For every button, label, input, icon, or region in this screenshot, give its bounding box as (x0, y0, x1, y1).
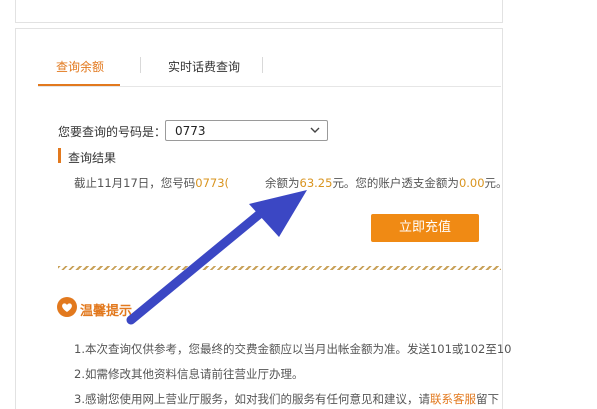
heart-icon (57, 297, 77, 317)
result-line: 截止11月17日，您号码0773( (74, 175, 229, 191)
top-card (15, 0, 503, 23)
chevron-down-icon (310, 127, 320, 133)
result-prefix: 截止11月17日，您号码 (74, 176, 196, 190)
tabs-baseline (38, 86, 501, 87)
overdraft-suffix: 元。 (484, 176, 508, 190)
balance-prefix: 余额为 (265, 176, 300, 190)
result-title: 查询结果 (68, 151, 117, 165)
tab-separator (140, 57, 141, 73)
tip-item-1: 1.本次查询仅供参考，您最终的交费金额应以当月出帐金额为准。发送101或102至… (74, 342, 512, 356)
tip-item-3-text: 3.感谢您使用网上营业厅服务，如对我们的服务有任何意见和建议，请 (74, 392, 430, 406)
tab-query-balance[interactable]: 查询余额 (56, 58, 104, 75)
tab-separator (262, 57, 263, 73)
result-title-bar (58, 148, 61, 163)
phone-select-value: 0773 (175, 124, 206, 138)
tab-realtime-fee[interactable]: 实时话费查询 (168, 58, 240, 75)
tip-item-3-tail: 留下 (475, 392, 499, 406)
tips-title: 温馨提示 (80, 304, 133, 319)
result-balance-line: 余额为63.25元。您的账户透支金额为0.00元。 (265, 175, 508, 191)
phone-query-label: 您要查询的号码是： (58, 125, 167, 139)
balance-amount: 63.25 (299, 176, 333, 190)
contact-service-link[interactable]: 联系客服 (430, 392, 476, 406)
recharge-button[interactable]: 立即充值 (371, 214, 479, 242)
dashed-divider (58, 266, 501, 270)
phone-select[interactable]: 0773 (165, 120, 328, 141)
result-phone-partial: 0773( (195, 176, 230, 190)
tip-item-3: 3.感谢您使用网上营业厅服务，如对我们的服务有任何意见和建议，请联系客服留下 (74, 391, 499, 407)
tip-item-2: 2.如需修改其他资料信息请前往营业厅办理。 (74, 367, 304, 381)
overdraft-amount: 0.00 (458, 176, 485, 190)
balance-suffix: 元。您的账户透支金额为 (332, 176, 459, 190)
